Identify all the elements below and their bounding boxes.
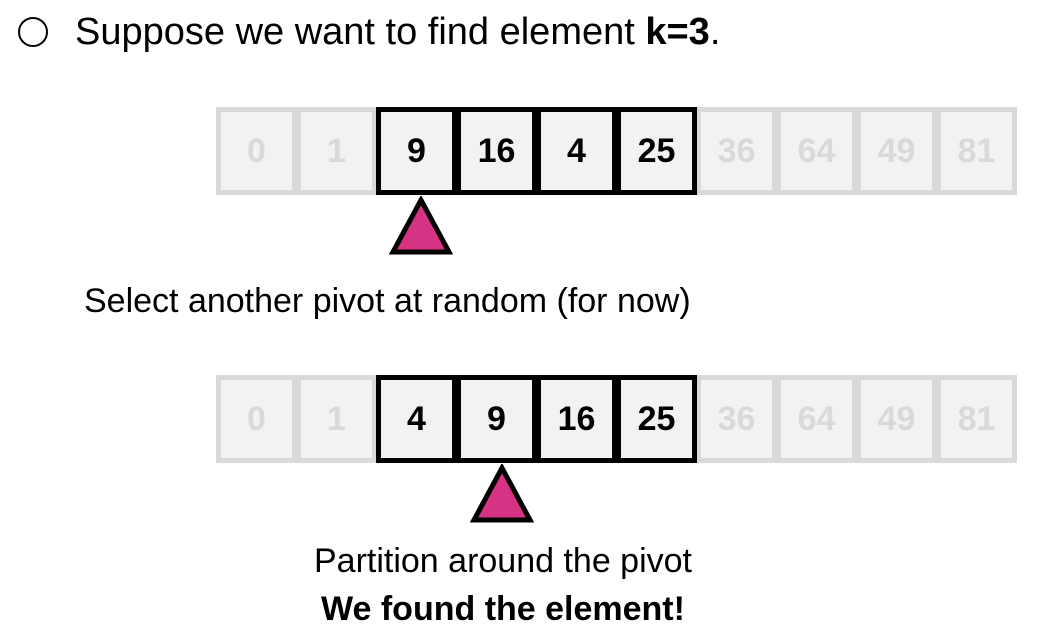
cell-value: 9 bbox=[407, 131, 426, 170]
cell-value: 1 bbox=[327, 399, 346, 438]
headline-suffix: . bbox=[709, 11, 721, 53]
cell-value: 64 bbox=[797, 131, 836, 170]
array-cell-active: 4 bbox=[536, 107, 617, 195]
found-caption: We found the element! bbox=[321, 590, 685, 628]
headline: Suppose we want to find element k=3. bbox=[75, 8, 720, 56]
array-cell: 81 bbox=[936, 107, 1017, 195]
cell-value: 0 bbox=[247, 131, 266, 170]
cell-value: 36 bbox=[717, 131, 756, 170]
array-cell: 64 bbox=[776, 375, 857, 463]
array-after: 0 1 4 9 16 25 36 64 49 81 bbox=[216, 375, 1017, 463]
array-cell-active: 16 bbox=[456, 107, 537, 195]
cell-value: 25 bbox=[637, 131, 676, 170]
cell-value: 0 bbox=[247, 399, 266, 438]
array-cell: 64 bbox=[776, 107, 857, 195]
array-cell: 0 bbox=[216, 375, 297, 463]
array-cell: 1 bbox=[296, 375, 377, 463]
cell-value: 64 bbox=[797, 399, 836, 438]
result-caption: Partition around the pivot bbox=[313, 542, 693, 580]
cell-value: 25 bbox=[637, 399, 676, 438]
cell-value: 1 bbox=[327, 131, 346, 170]
array-cell-active: 9 bbox=[376, 107, 457, 195]
cell-value: 9 bbox=[487, 399, 506, 438]
step-caption: Select another pivot at random (for now) bbox=[84, 282, 691, 320]
array-before: 0 1 9 16 4 25 36 64 49 81 bbox=[216, 107, 1017, 195]
pivot-triangle-icon bbox=[389, 196, 453, 255]
array-cell: 1 bbox=[296, 107, 377, 195]
k-label: k=3 bbox=[645, 11, 710, 53]
cell-value: 81 bbox=[957, 399, 996, 438]
bullet-circle-icon bbox=[18, 17, 48, 47]
array-cell: 49 bbox=[856, 107, 937, 195]
array-cell: 49 bbox=[856, 375, 937, 463]
cell-value: 4 bbox=[567, 131, 586, 170]
cell-value: 81 bbox=[957, 131, 996, 170]
array-cell-active: 25 bbox=[616, 107, 697, 195]
array-cell-active: 9 bbox=[456, 375, 537, 463]
array-cell: 36 bbox=[696, 375, 777, 463]
array-cell-active: 25 bbox=[616, 375, 697, 463]
pivot-triangle-icon bbox=[470, 464, 534, 523]
array-cell-active: 16 bbox=[536, 375, 617, 463]
array-cell-active: 4 bbox=[376, 375, 457, 463]
cell-value: 16 bbox=[477, 131, 516, 170]
cell-value: 4 bbox=[407, 399, 426, 438]
array-cell: 36 bbox=[696, 107, 777, 195]
cell-value: 36 bbox=[717, 399, 756, 438]
headline-prefix: Suppose we want to find element bbox=[75, 11, 646, 53]
array-cell: 81 bbox=[936, 375, 1017, 463]
cell-value: 49 bbox=[877, 399, 916, 438]
cell-value: 49 bbox=[877, 131, 916, 170]
array-cell: 0 bbox=[216, 107, 297, 195]
cell-value: 16 bbox=[557, 399, 596, 438]
